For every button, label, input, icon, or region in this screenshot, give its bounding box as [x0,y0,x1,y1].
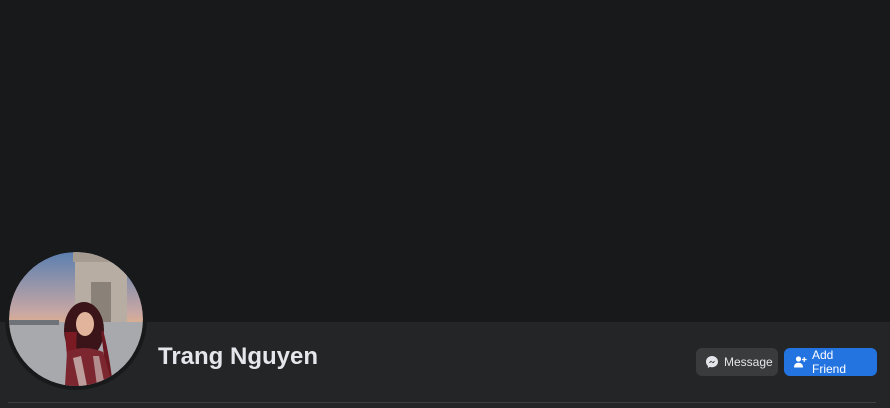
messenger-icon [705,355,719,369]
profile-page: Trang Nguyen Message Add Friend [0,0,890,408]
header-divider [8,402,876,403]
profile-avatar[interactable] [5,248,147,390]
avatar-photo [9,252,143,386]
add-friend-button[interactable]: Add Friend [784,348,877,376]
message-button-label: Message [724,355,773,369]
profile-name: Trang Nguyen [158,343,319,370]
cover-photo[interactable] [0,0,890,322]
add-friend-button-label: Add Friend [812,348,847,376]
message-button[interactable]: Message [696,348,778,376]
add-friend-icon [793,355,807,369]
